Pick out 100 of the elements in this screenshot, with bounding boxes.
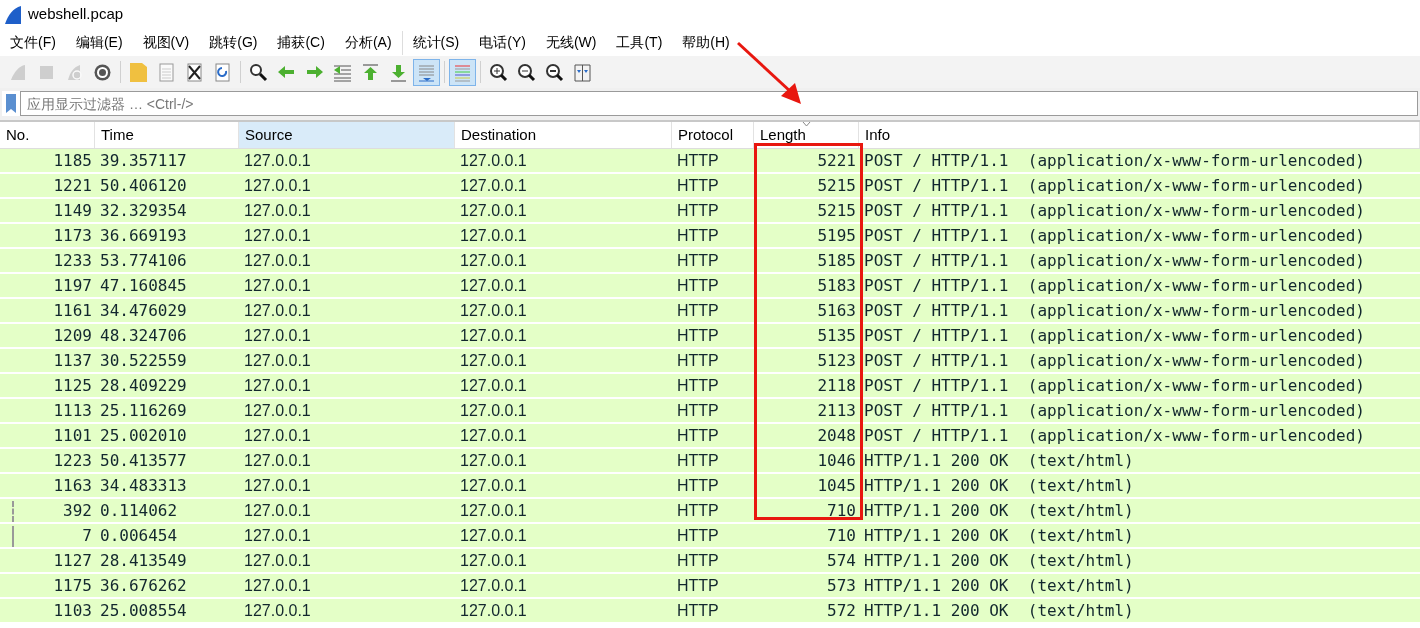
table-cell-text: 5135 <box>816 324 857 347</box>
table-cell-text: 127.0.0.1 <box>243 475 312 496</box>
table-cell-text: 127.0.0.1 <box>459 475 528 496</box>
colorize-button[interactable] <box>449 58 476 86</box>
menu-item[interactable]: 工具(T) <box>606 30 673 55</box>
packet-row[interactable]: 1221 50.406120 127.0.0.1 127.0.0.1 HTTP 5215 POST / HTTP/1.1 (application/x-www-form-urlencoded) <box>0 174 1420 199</box>
table-cell-text: POST / HTTP/1.1 (application/x-www-form-urlencoded) <box>863 424 1366 447</box>
menu-item[interactable]: 文件(F) <box>0 30 66 55</box>
table-cell-text: 127.0.0.1 <box>243 300 312 321</box>
table-cell-text: 127.0.0.1 <box>459 400 528 421</box>
table-cell-text: 1046 <box>816 449 857 472</box>
packet-row[interactable]: 1103 25.008554 127.0.0.1 127.0.0.1 HTTP 572 HTTP/1.1 200 OK (text/html) <box>0 599 1420 624</box>
table-cell-text: 1163 <box>52 474 93 497</box>
menu-item[interactable]: 捕获(C) <box>267 30 335 55</box>
table-cell-text: HTTP <box>676 475 720 496</box>
table-cell-text: 1149 <box>52 199 93 222</box>
table-cell-text: 5195 <box>816 224 857 247</box>
table-cell-text: 2113 <box>816 399 857 422</box>
table-cell-text: 1197 <box>52 274 93 297</box>
table-cell-text: 127.0.0.1 <box>459 275 528 296</box>
table-cell-text: 1161 <box>52 299 93 322</box>
table-cell-text: HTTP <box>676 225 720 246</box>
packet-row[interactable]: 1127 28.413549 127.0.0.1 127.0.0.1 HTTP 574 HTTP/1.1 200 OK (text/html) <box>0 549 1420 574</box>
table-cell-text: HTTP <box>676 525 720 546</box>
table-cell-text: 2118 <box>816 374 857 397</box>
table-cell-text: HTTP <box>676 575 720 596</box>
table-cell-text: 1125 <box>52 374 93 397</box>
table-cell-text: 127.0.0.1 <box>459 425 528 446</box>
packet-row[interactable]: 392 0.114062 127.0.0.1 127.0.0.1 HTTP 710 HTTP/1.1 200 OK (text/html) <box>0 499 1420 524</box>
table-cell-text: 34.483313 <box>99 474 188 497</box>
table-cell-text: 1175 <box>52 574 93 597</box>
table-cell-text: 127.0.0.1 <box>459 250 528 271</box>
packet-row[interactable]: 1185 39.357117 127.0.0.1 127.0.0.1 HTTP 5221 POST / HTTP/1.1 (application/x-www-form-urlencoded) <box>0 149 1420 174</box>
table-cell-text: 34.476029 <box>99 299 188 322</box>
table-cell-text: 127.0.0.1 <box>459 375 528 396</box>
packet-row[interactable]: 1101 25.002010 127.0.0.1 127.0.0.1 HTTP 2048 POST / HTTP/1.1 (application/x-www-form-urlencoded) <box>0 424 1420 449</box>
table-cell-text: HTTP <box>676 250 720 271</box>
table-cell-text: 36.669193 <box>99 224 188 247</box>
table-cell-text: POST / HTTP/1.1 (application/x-www-form-urlencoded) <box>863 224 1366 247</box>
menu-item[interactable]: 分析(A) <box>334 30 402 55</box>
packet-row[interactable]: 1175 36.676262 127.0.0.1 127.0.0.1 HTTP 573 HTTP/1.1 200 OK (text/html) <box>0 574 1420 599</box>
table-cell-text: 127.0.0.1 <box>243 500 312 521</box>
table-cell-text: HTTP <box>676 400 720 421</box>
folder-icon <box>128 61 149 83</box>
packet-row[interactable]: 7 0.006454 127.0.0.1 127.0.0.1 HTTP 710 HTTP/1.1 200 OK (text/html) <box>0 524 1420 549</box>
table-cell-text: HTTP <box>676 375 720 396</box>
table-cell-text: 710 <box>826 524 857 547</box>
table-cell-text: 0.114062 <box>99 499 179 522</box>
zoom-reset-icon <box>544 61 565 83</box>
display-filter-field[interactable]: 应用显示过滤器 … <Ctrl-/> <box>20 91 1418 116</box>
table-cell-text: 1113 <box>52 399 93 422</box>
menu-item[interactable]: 跳转(G) <box>199 30 268 55</box>
table-cell-text: 127.0.0.1 <box>243 575 312 596</box>
table-cell-text: 36.676262 <box>99 574 188 597</box>
table-cell-text: HTTP/1.1 200 OK (text/html) <box>863 474 1135 497</box>
column-header[interactable]: Source <box>239 122 455 148</box>
table-cell-text: 127.0.0.1 <box>243 225 312 246</box>
table-cell-text: HTTP <box>676 450 720 471</box>
packet-row[interactable]: 1163 34.483313 127.0.0.1 127.0.0.1 HTTP 1045 HTTP/1.1 200 OK (text/html) <box>0 474 1420 499</box>
table-cell-text: HTTP/1.1 200 OK (text/html) <box>863 499 1135 522</box>
menu-item[interactable]: 电话(Y) <box>469 30 536 55</box>
packet-row[interactable]: 1173 36.669193 127.0.0.1 127.0.0.1 HTTP 5195 POST / HTTP/1.1 (application/x-www-form-urlencoded) <box>0 224 1420 249</box>
table-cell-text: 127.0.0.1 <box>243 400 312 421</box>
reload-icon <box>212 61 233 83</box>
packet-row[interactable]: 1161 34.476029 127.0.0.1 127.0.0.1 HTTP 5163 POST / HTTP/1.1 (application/x-www-form-urlencoded) <box>0 299 1420 324</box>
packet-row[interactable]: 1149 32.329354 127.0.0.1 127.0.0.1 HTTP 5215 POST / HTTP/1.1 (application/x-www-form-urlencoded) <box>0 199 1420 224</box>
table-cell-text: HTTP/1.1 200 OK (text/html) <box>863 574 1135 597</box>
table-cell-text: 127.0.0.1 <box>459 600 528 621</box>
auto-scroll-button[interactable] <box>413 58 440 86</box>
table-cell-text: 127.0.0.1 <box>459 450 528 471</box>
packet-row[interactable]: 1209 48.324706 127.0.0.1 127.0.0.1 HTTP 5135 POST / HTTP/1.1 (application/x-www-form-urlencoded) <box>0 324 1420 349</box>
table-cell-text: HTTP <box>676 425 720 446</box>
table-cell-text: 28.409229 <box>99 374 188 397</box>
packet-row[interactable]: 1223 50.413577 127.0.0.1 127.0.0.1 HTTP 1046 HTTP/1.1 200 OK (text/html) <box>0 449 1420 474</box>
table-cell-text: HTTP <box>676 275 720 296</box>
menu-item[interactable]: 统计(S) <box>402 30 470 55</box>
table-cell-text: 127.0.0.1 <box>459 150 528 171</box>
table-cell-text: 30.522559 <box>99 349 188 372</box>
related-packet-marker <box>12 501 14 522</box>
menu-item[interactable]: 编辑(E) <box>65 30 133 55</box>
resize-columns-icon <box>572 61 593 83</box>
table-cell-text: 127.0.0.1 <box>459 175 528 196</box>
menu-item[interactable]: 帮助(H) <box>672 30 740 55</box>
packet-row[interactable]: 1113 25.116269 127.0.0.1 127.0.0.1 HTTP 2113 POST / HTTP/1.1 (application/x-www-form-urlencoded) <box>0 399 1420 424</box>
table-cell-text: 127.0.0.1 <box>459 225 528 246</box>
menu-item[interactable]: 无线(W) <box>535 30 607 55</box>
table-cell-text: 127.0.0.1 <box>459 350 528 371</box>
table-cell-text: 127.0.0.1 <box>459 550 528 571</box>
packet-row[interactable]: 1197 47.160845 127.0.0.1 127.0.0.1 HTTP 5183 POST / HTTP/1.1 (application/x-www-form-urlencoded) <box>0 274 1420 299</box>
table-cell-text: 2048 <box>816 424 857 447</box>
packet-row[interactable]: 1233 53.774106 127.0.0.1 127.0.0.1 HTTP 5185 POST / HTTP/1.1 (application/x-www-form-urlencoded) <box>0 249 1420 274</box>
packet-row[interactable]: 1125 28.409229 127.0.0.1 127.0.0.1 HTTP 2118 POST / HTTP/1.1 (application/x-www-form-urlencoded) <box>0 374 1420 399</box>
table-cell-text: HTTP <box>676 350 720 371</box>
table-cell-text: 127.0.0.1 <box>243 200 312 221</box>
packet-row[interactable]: 1137 30.522559 127.0.0.1 127.0.0.1 HTTP 5123 POST / HTTP/1.1 (application/x-www-form-urlencoded) <box>0 349 1420 374</box>
table-cell-text: 127.0.0.1 <box>243 600 312 621</box>
menu-item[interactable]: 视图(V) <box>132 30 200 55</box>
table-cell-text: POST / HTTP/1.1 (application/x-www-form-urlencoded) <box>863 199 1366 222</box>
table-cell-text: 127.0.0.1 <box>243 150 312 171</box>
table-cell-text: POST / HTTP/1.1 (application/x-www-form-urlencoded) <box>863 374 1366 397</box>
